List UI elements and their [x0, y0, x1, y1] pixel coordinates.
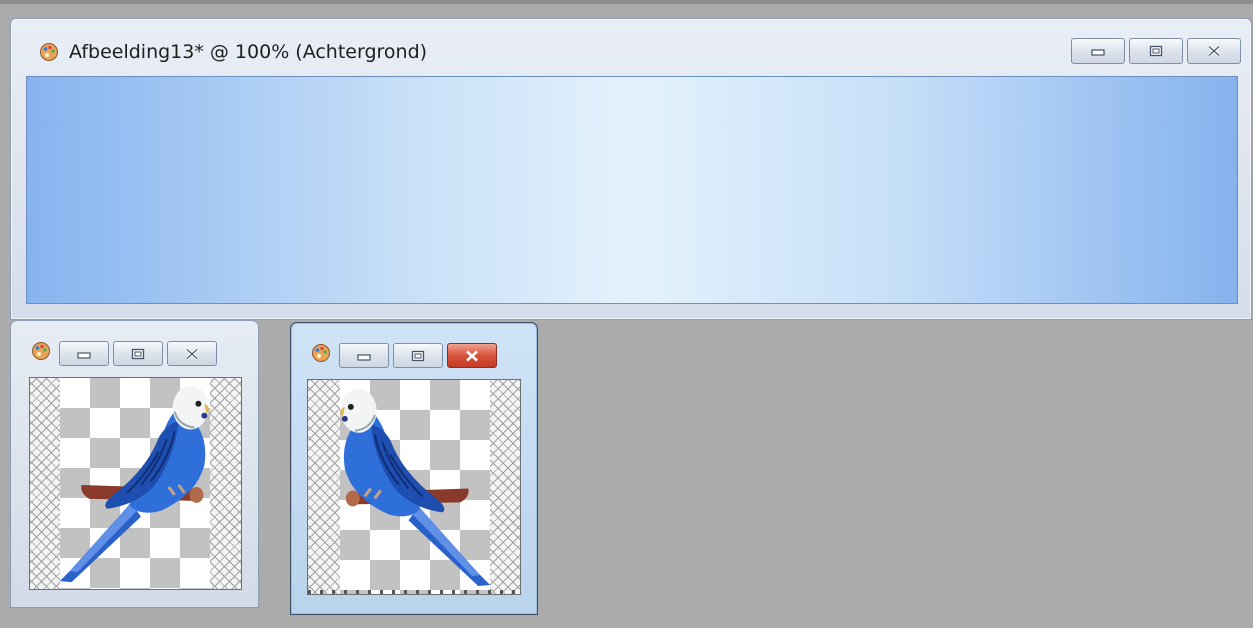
main-window-controls [1071, 38, 1241, 64]
minimize-button[interactable] [339, 343, 389, 368]
parakeet-image [340, 388, 491, 587]
close-icon [1207, 45, 1221, 57]
minimize-button[interactable] [59, 341, 109, 366]
close-button[interactable] [1187, 38, 1241, 64]
restore-icon [131, 348, 145, 359]
parakeet-image [59, 385, 209, 583]
restore-icon [411, 350, 425, 361]
thumbnail-window-left[interactable] [10, 320, 259, 608]
main-document-window[interactable]: Afbeelding13* @ 100% (Achtergrond) [10, 18, 1252, 320]
paint-palette-icon [40, 43, 58, 61]
minimize-icon [357, 353, 371, 361]
paint-palette-icon [312, 344, 330, 362]
minimize-icon [77, 351, 91, 359]
close-button[interactable] [447, 343, 497, 368]
restore-button[interactable] [1129, 38, 1183, 64]
main-title-bar[interactable]: Afbeelding13* @ 100% (Achtergrond) [19, 27, 1241, 77]
thumbnail-left-controls [59, 341, 217, 366]
thumbnail-right-controls [339, 343, 497, 368]
minimize-icon [1091, 49, 1105, 56]
desktop-top-edge [0, 0, 1253, 4]
close-icon [185, 347, 199, 360]
selection-marquee-edge [308, 590, 520, 594]
thumbnail-window-right-active[interactable] [290, 322, 538, 615]
minimize-button[interactable] [1071, 38, 1125, 64]
close-button[interactable] [167, 341, 217, 366]
window-title: Afbeelding13* @ 100% (Achtergrond) [69, 41, 428, 63]
restore-icon [1149, 45, 1163, 57]
image-canvas-gradient[interactable] [26, 76, 1238, 304]
close-icon [466, 350, 478, 361]
paint-palette-icon [32, 342, 50, 360]
restore-button[interactable] [393, 343, 443, 368]
restore-button[interactable] [113, 341, 163, 366]
thumbnail-canvas[interactable] [29, 377, 242, 590]
thumbnail-canvas[interactable] [307, 379, 521, 595]
